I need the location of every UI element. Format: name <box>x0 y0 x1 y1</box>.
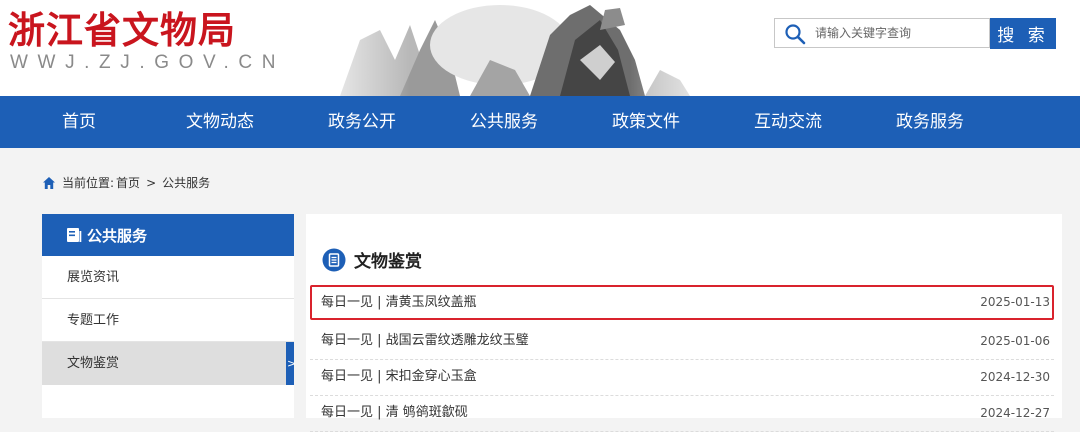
search-button[interactable]: 搜 索 <box>990 18 1056 49</box>
main-nav: 首页 文物动态 政务公开 公共服务 政策文件 互动交流 政务服务 <box>0 96 1080 148</box>
breadcrumb: 当前位置: 首页 > 公共服务 <box>42 174 210 192</box>
content-panel: 文物鉴赏 每日一见 | 清黄玉凤纹盖瓶 2025-01-13 每日一见 | 战国… <box>306 214 1062 432</box>
sidebar-title: 公共服务 <box>87 226 148 245</box>
book-icon <box>67 228 82 242</box>
breadcrumb-home[interactable]: 首页 <box>116 174 140 192</box>
article-title[interactable]: 每日一见 | 清黄玉凤纹盖瓶 <box>321 287 477 318</box>
breadcrumb-separator: > <box>146 176 157 190</box>
sidebar-item-label: 文物鉴赏 <box>67 356 120 371</box>
chevron-right-icon: > <box>287 357 297 370</box>
nav-item-news[interactable]: 文物动态 <box>186 96 254 148</box>
article-title[interactable]: 每日一见 | 清 鸲鹆斑歙砚 <box>321 396 468 430</box>
nav-item-public-service[interactable]: 公共服务 <box>470 96 538 148</box>
site-logo-title[interactable]: 浙江省文物局 <box>8 8 236 52</box>
nav-item-home[interactable]: 首页 <box>62 96 96 148</box>
article-row[interactable]: 每日一见 | 清 鸲鹆斑歙砚 2024-12-27 <box>310 396 1054 432</box>
site-logo-domain: WWJ.ZJ.GOV.CN <box>10 52 286 73</box>
section-title: 文物鉴赏 <box>354 252 422 272</box>
search-icon[interactable] <box>783 22 807 46</box>
nav-item-policy-documents[interactable]: 政策文件 <box>612 96 680 148</box>
section-heading: 文物鉴赏 <box>322 247 422 272</box>
article-title[interactable]: 每日一见 | 宋扣金穿心玉盒 <box>321 360 477 394</box>
article-date: 2024-12-30 <box>980 370 1050 384</box>
sidebar-item-relic-appreciation[interactable]: 文物鉴赏 > <box>42 342 297 385</box>
sidebar-header: 公共服务 <box>42 214 294 256</box>
nav-item-government-services[interactable]: 政务服务 <box>896 96 964 148</box>
sidebar-item-exhibition-news[interactable]: 展览资讯 <box>42 256 294 299</box>
nav-item-government-affairs[interactable]: 政务公开 <box>328 96 396 148</box>
article-date: 2025-01-06 <box>980 334 1050 348</box>
sidebar: 公共服务 展览资讯 专题工作 文物鉴赏 > <box>42 214 297 418</box>
breadcrumb-label: 当前位置: <box>62 176 115 190</box>
home-icon <box>43 177 55 189</box>
sidebar-item-special-work[interactable]: 专题工作 <box>42 299 294 342</box>
list-icon <box>322 248 346 271</box>
banner-ink-illustration <box>300 0 740 96</box>
article-title[interactable]: 每日一见 | 战国云雷纹透雕龙纹玉璧 <box>321 324 529 358</box>
article-row[interactable]: 每日一见 | 清黄玉凤纹盖瓶 2025-01-13 <box>310 285 1054 320</box>
article-date: 2024-12-27 <box>980 406 1050 420</box>
article-row[interactable]: 每日一见 | 宋扣金穿心玉盒 2024-12-30 <box>310 360 1054 396</box>
search-input[interactable] <box>815 22 985 44</box>
article-date: 2025-01-13 <box>980 295 1050 309</box>
nav-item-interaction[interactable]: 互动交流 <box>754 96 822 148</box>
site-header: 浙江省文物局 WWJ.ZJ.GOV.CN 搜 索 <box>0 0 1080 96</box>
article-row[interactable]: 每日一见 | 战国云雷纹透雕龙纹玉璧 2025-01-06 <box>310 324 1054 360</box>
breadcrumb-public-service[interactable]: 公共服务 <box>162 174 210 192</box>
search-box <box>774 18 990 48</box>
